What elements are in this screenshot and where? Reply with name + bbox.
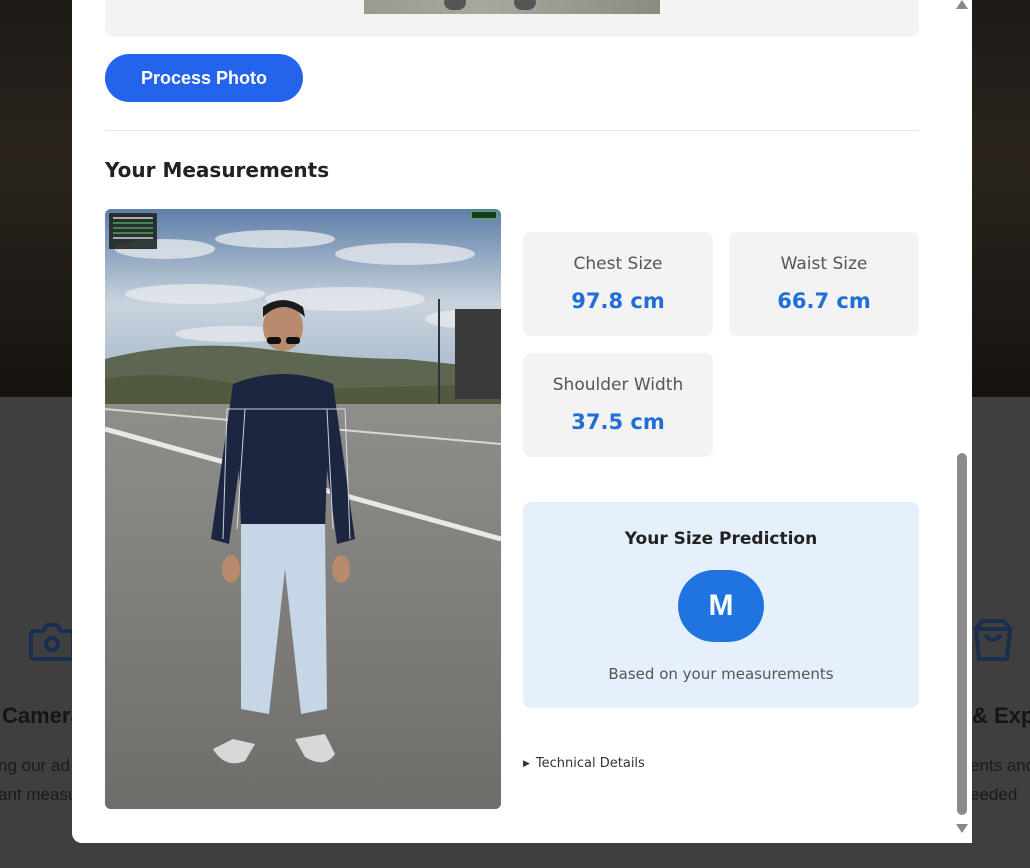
measurement-modal: Process Photo Your Measurements Chest Si…	[72, 0, 972, 843]
size-prediction-title: Your Size Prediction	[624, 529, 818, 549]
scroll-down-arrow-icon[interactable]	[956, 824, 968, 833]
feature-text-line: ents and	[970, 756, 1030, 775]
chest-size-card: Chest Size 97.8 cm	[523, 232, 713, 336]
chest-size-label: Chest Size	[573, 254, 663, 274]
measurement-overlay-legend	[109, 213, 157, 249]
shopping-bag-icon	[973, 619, 1013, 661]
shoulder-width-value: 37.5 cm	[571, 410, 665, 434]
waist-size-value: 66.7 cm	[777, 289, 871, 313]
size-prediction-panel: Your Size Prediction M Based on your mea…	[523, 502, 919, 708]
feature-title-camera: Camera	[2, 703, 83, 728]
disclosure-triangle-icon: ▶	[523, 759, 530, 769]
technical-details-toggle[interactable]: ▶ Technical Details	[523, 756, 645, 771]
detection-status-badge	[471, 211, 497, 219]
waist-size-label: Waist Size	[780, 254, 868, 274]
shoulder-width-card: Shoulder Width 37.5 cm	[523, 353, 713, 457]
feature-title-experience: & Exp	[972, 703, 1030, 728]
uploaded-photo-thumbnail	[364, 0, 660, 14]
predicted-size-badge: M	[678, 570, 764, 642]
section-divider	[105, 130, 919, 131]
camera-icon	[29, 623, 75, 661]
size-prediction-note: Based on your measurements	[608, 665, 834, 683]
feature-text-line: eeded	[970, 785, 1018, 804]
shoulder-width-label: Shoulder Width	[552, 375, 684, 395]
scrollbar-thumb[interactable]	[957, 453, 967, 815]
scroll-up-arrow-icon[interactable]	[956, 0, 968, 9]
feature-text-line: ant measu	[0, 785, 78, 804]
feature-text-line: ng our ad	[0, 756, 70, 775]
waist-size-card: Waist Size 66.7 cm	[729, 232, 919, 336]
annotated-result-photo	[105, 209, 501, 809]
technical-details-label: Technical Details	[535, 756, 645, 771]
result-photo-graphic	[105, 209, 501, 809]
uploaded-photo-preview	[105, 0, 919, 37]
process-photo-button[interactable]: Process Photo	[105, 54, 303, 102]
measurements-heading: Your Measurements	[105, 158, 330, 182]
modal-scrollbar[interactable]	[952, 0, 972, 843]
chest-size-value: 97.8 cm	[571, 289, 665, 313]
